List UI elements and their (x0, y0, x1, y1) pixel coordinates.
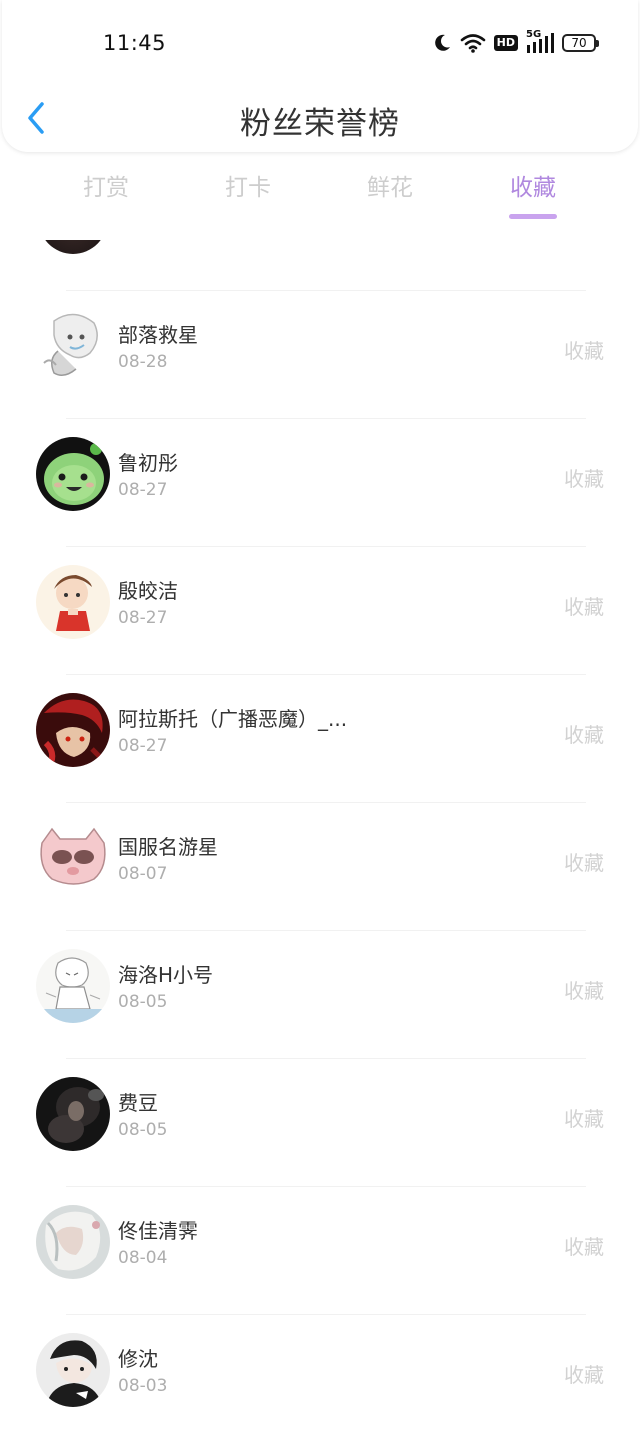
list-item[interactable]: 鲁初彤 08-27 收藏 (0, 418, 640, 546)
avatar (36, 437, 110, 511)
list-item[interactable]: 部落救星 08-28 收藏 (0, 290, 640, 418)
avatar (36, 949, 110, 1023)
fan-date: 08-27 (118, 608, 168, 628)
avatar (36, 565, 110, 639)
list-item[interactable]: 阿拉斯托（广播恶魔）_... 08-27 收藏 (0, 674, 640, 802)
favorite-action[interactable]: 收藏 (564, 847, 604, 876)
active-tab-indicator (509, 214, 557, 219)
avatar (38, 240, 108, 254)
favorite-action[interactable]: 收藏 (564, 975, 604, 1004)
fan-date: 08-05 (118, 992, 168, 1012)
signal-5g-icon: 5G (526, 29, 554, 54)
hd-icon: HD (493, 35, 518, 51)
avatar (36, 309, 110, 383)
favorite-action[interactable]: 收藏 (564, 1103, 604, 1132)
tab-favorites[interactable]: 收藏 (473, 168, 593, 202)
fan-date: 08-07 (118, 864, 168, 884)
fan-name: 佟佳清霁 (118, 1219, 198, 1243)
moon-icon (432, 33, 452, 53)
network-label: 5G (526, 29, 542, 40)
list-item[interactable]: 国服名游星 08-07 收藏 (0, 802, 640, 930)
battery-icon: 70 (562, 34, 599, 52)
avatar (36, 693, 110, 767)
fan-name: 修沈 (118, 1347, 158, 1371)
list-item[interactable]: 佟佳清霁 08-04 收藏 (0, 1186, 640, 1314)
favorite-action[interactable]: 收藏 (564, 463, 604, 492)
fan-name: 部落救星 (118, 323, 198, 347)
list-item[interactable]: 海洛H小号 08-05 收藏 (0, 930, 640, 1058)
list-item[interactable]: 殷皎洁 08-27 收藏 (0, 546, 640, 674)
avatar (36, 1205, 110, 1279)
favorite-action[interactable]: 收藏 (564, 591, 604, 620)
fan-name: 国服名游星 (118, 835, 218, 859)
fan-date: 08-28 (118, 352, 168, 372)
fan-date: 08-03 (118, 1376, 168, 1396)
fan-date: 08-05 (118, 1120, 168, 1140)
tab-checkin[interactable]: 打卡 (188, 168, 308, 202)
favorite-action[interactable]: 收藏 (564, 719, 604, 748)
status-icons: HD 5G 70 (432, 29, 599, 56)
list-item-partial (0, 240, 640, 290)
avatar (36, 821, 110, 895)
fan-name: 阿拉斯托（广播恶魔）_... (118, 707, 348, 731)
fan-name: 鲁初彤 (118, 451, 178, 475)
wifi-icon (460, 33, 486, 53)
fan-name: 殷皎洁 (118, 579, 178, 603)
favorite-action[interactable]: 收藏 (564, 1231, 604, 1260)
favorite-action[interactable]: 收藏 (564, 335, 604, 364)
page-title: 粉丝荣誉榜 (240, 106, 400, 142)
tab-flowers[interactable]: 鲜花 (330, 168, 450, 202)
avatar (36, 1077, 110, 1151)
fan-date: 08-04 (118, 1248, 168, 1268)
favorite-action[interactable]: 收藏 (564, 1359, 604, 1388)
fan-name: 费豆 (118, 1091, 158, 1115)
status-time: 11:45 (103, 31, 167, 55)
list-item[interactable]: 费豆 08-05 收藏 (0, 1058, 640, 1186)
avatar (36, 1333, 110, 1407)
fan-date: 08-27 (118, 480, 168, 500)
battery-level: 70 (571, 36, 587, 50)
fan-date: 08-27 (118, 736, 168, 756)
tab-reward[interactable]: 打赏 (46, 168, 166, 202)
fan-name: 海洛H小号 (118, 963, 214, 987)
status-bar: 11:45 HD 5G 70 (0, 0, 640, 84)
